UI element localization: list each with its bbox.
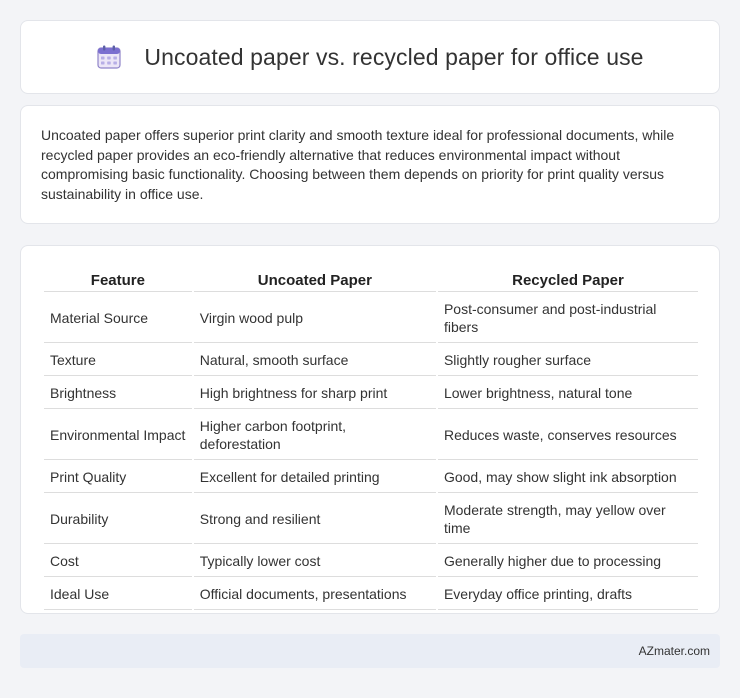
recycled-cell: Slightly rougher surface [437,345,698,376]
intro-text: Uncoated paper offers superior print cla… [41,127,675,202]
uncoated-cell: High brightness for sharp print [193,378,436,409]
footer: AZmater.com [20,634,720,668]
header-feature: Feature [44,268,192,292]
table-row: Material Source Virgin wood pulp Post-co… [44,294,698,343]
comparison-table: Feature Uncoated Paper Recycled Paper Ma… [42,266,700,612]
feature-cell: Durability [44,495,192,544]
recycled-cell: Good, may show slight ink absorption [437,462,698,493]
header-uncoated-paper: Uncoated Paper [193,268,436,292]
uncoated-cell: Natural, smooth surface [193,345,436,376]
recycled-cell: Generally higher due to processing [437,546,698,577]
calendar-icon [96,44,122,70]
uncoated-cell: Strong and resilient [193,495,436,544]
comparison-table-card: Feature Uncoated Paper Recycled Paper Ma… [20,245,720,614]
title-card: Uncoated paper vs. recycled paper for of… [20,20,720,94]
recycled-cell: Lower brightness, natural tone [437,378,698,409]
table-row: Texture Natural, smooth surface Slightly… [44,345,698,376]
feature-cell: Print Quality [44,462,192,493]
table-row: Ideal Use Official documents, presentati… [44,579,698,610]
feature-cell: Cost [44,546,192,577]
table-row: Cost Typically lower cost Generally high… [44,546,698,577]
recycled-cell: Post-consumer and post-industrial fibers [437,294,698,343]
feature-cell: Ideal Use [44,579,192,610]
table-row: Brightness High brightness for sharp pri… [44,378,698,409]
intro-card: Uncoated paper offers superior print cla… [20,105,720,224]
feature-cell: Material Source [44,294,192,343]
table-row: Durability Strong and resilient Moderate… [44,495,698,544]
footer-site-link[interactable]: AZmater.com [639,644,710,658]
page-title: Uncoated paper vs. recycled paper for of… [144,43,644,70]
uncoated-cell: Official documents, presentations [193,579,436,610]
header-recycled-paper: Recycled Paper [437,268,698,292]
feature-cell: Texture [44,345,192,376]
table-row: Print Quality Excellent for detailed pri… [44,462,698,493]
feature-cell: Environmental Impact [44,411,192,460]
table-row: Environmental Impact Higher carbon footp… [44,411,698,460]
recycled-cell: Everyday office printing, drafts [437,579,698,610]
feature-cell: Brightness [44,378,192,409]
uncoated-cell: Excellent for detailed printing [193,462,436,493]
recycled-cell: Reduces waste, conserves resources [437,411,698,460]
uncoated-cell: Higher carbon footprint, deforestation [193,411,436,460]
uncoated-cell: Virgin wood pulp [193,294,436,343]
uncoated-cell: Typically lower cost [193,546,436,577]
recycled-cell: Moderate strength, may yellow over time [437,495,698,544]
table-header-row: Feature Uncoated Paper Recycled Paper [44,268,698,292]
